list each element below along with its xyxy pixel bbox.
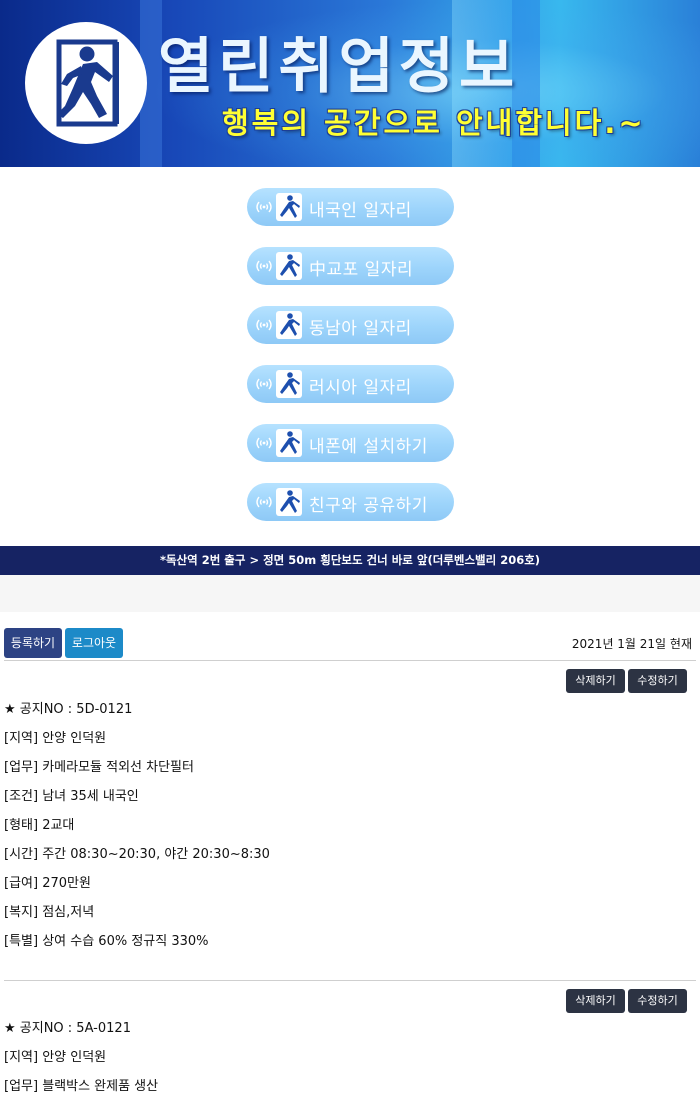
signal-icon bbox=[256, 378, 272, 390]
menu-button-label: 러시아 일자리 bbox=[309, 378, 412, 398]
exit-runner-icon bbox=[276, 488, 302, 516]
divider bbox=[4, 980, 696, 981]
posting-benefits: [복지] 점심,저녁 bbox=[4, 905, 95, 920]
current-date: 2021년 1월 21일 현재 bbox=[571, 637, 692, 651]
posting-controls: 삭제하기 수정하기 bbox=[566, 669, 688, 693]
menu-button-share-with-friends[interactable]: 친구와 공유하기 bbox=[247, 483, 454, 521]
posting-condition: [조건] 남녀 35세 내국인 bbox=[4, 789, 139, 804]
menu-button-label: 내폰에 설치하기 bbox=[309, 437, 428, 457]
signal-icon bbox=[256, 319, 272, 331]
job-posting: ★ 공지NO : 5A-0121 [지역] 안양 인덕원 [업무] 블랙박스 완… bbox=[4, 1020, 684, 1100]
posting-controls: 삭제하기 수정하기 bbox=[566, 989, 688, 1013]
exit-runner-icon bbox=[276, 429, 302, 457]
posting-notice-number: ★ 공지NO : 5A-0121 bbox=[4, 1021, 131, 1036]
logout-button[interactable]: 로그아웃 bbox=[65, 628, 123, 658]
menu-button-label: 中교포 일자리 bbox=[309, 260, 414, 280]
header-banner: 열린취업정보 행복의 공간으로 안내합니다.~ bbox=[0, 0, 700, 167]
posting-task: [업무] 카메라모듈 적외선 차단필터 bbox=[4, 760, 194, 775]
signal-icon bbox=[256, 260, 272, 272]
signal-icon bbox=[256, 201, 272, 213]
delete-button[interactable]: 삭제하기 bbox=[566, 989, 625, 1013]
signal-icon bbox=[256, 437, 272, 449]
menu-button-russia-jobs[interactable]: 러시아 일자리 bbox=[247, 365, 454, 403]
exit-runner-icon bbox=[276, 311, 302, 339]
posting-shift-type: [형태] 2교대 bbox=[4, 818, 75, 833]
signal-icon bbox=[256, 496, 272, 508]
job-posting: ★ 공지NO : 5D-0121 [지역] 안양 인덕원 [업무] 카메라모듈 … bbox=[4, 701, 684, 962]
menu-button-label: 동남아 일자리 bbox=[309, 319, 412, 339]
posting-salary: [급여] 270만원 bbox=[4, 876, 91, 891]
posting-notice-number: ★ 공지NO : 5D-0121 bbox=[4, 702, 133, 717]
exit-runner-icon bbox=[276, 252, 302, 280]
exit-runner-icon bbox=[276, 193, 302, 221]
main-menu: 내국인 일자리 中교포 일자리 동남아 일자리 러시아 일자리 내폰에 설치하기… bbox=[247, 188, 454, 542]
edit-button[interactable]: 수정하기 bbox=[628, 669, 687, 693]
menu-button-domestic-jobs[interactable]: 내국인 일자리 bbox=[247, 188, 454, 226]
posting-hours: [시간] 주간 08:30~20:30, 야간 20:30~8:30 bbox=[4, 847, 270, 862]
banner-title: 열린취업정보 bbox=[158, 32, 520, 102]
exit-runner-logo bbox=[25, 22, 147, 144]
delete-button[interactable]: 삭제하기 bbox=[566, 669, 625, 693]
posting-task: [업무] 블랙박스 완제품 생산 bbox=[4, 1079, 159, 1094]
banner-subtitle: 행복의 공간으로 안내합니다.~ bbox=[222, 106, 646, 140]
register-button[interactable]: 등록하기 bbox=[4, 628, 62, 658]
menu-button-southeast-asia-jobs[interactable]: 동남아 일자리 bbox=[247, 306, 454, 344]
menu-button-chinese-korean-jobs[interactable]: 中교포 일자리 bbox=[247, 247, 454, 285]
spacer-band bbox=[0, 575, 700, 612]
address-bar: *독산역 2번 출구 > 정면 50m 횡단보도 건너 바로 앞(더루벤스밸리 … bbox=[0, 546, 700, 575]
exit-runner-icon bbox=[276, 370, 302, 398]
divider bbox=[4, 660, 696, 661]
menu-button-label: 내국인 일자리 bbox=[309, 201, 412, 221]
action-row: 등록하기 로그아웃 2021년 1월 21일 현재 bbox=[4, 628, 696, 658]
menu-button-label: 친구와 공유하기 bbox=[309, 496, 428, 516]
menu-button-install-to-phone[interactable]: 내폰에 설치하기 bbox=[247, 424, 454, 462]
edit-button[interactable]: 수정하기 bbox=[628, 989, 687, 1013]
posting-region: [지역] 안양 인덕원 bbox=[4, 1050, 107, 1065]
posting-special: [특별] 상여 수습 60% 정규직 330% bbox=[4, 934, 209, 949]
posting-region: [지역] 안양 인덕원 bbox=[4, 731, 107, 746]
exit-runner-icon bbox=[56, 39, 119, 127]
